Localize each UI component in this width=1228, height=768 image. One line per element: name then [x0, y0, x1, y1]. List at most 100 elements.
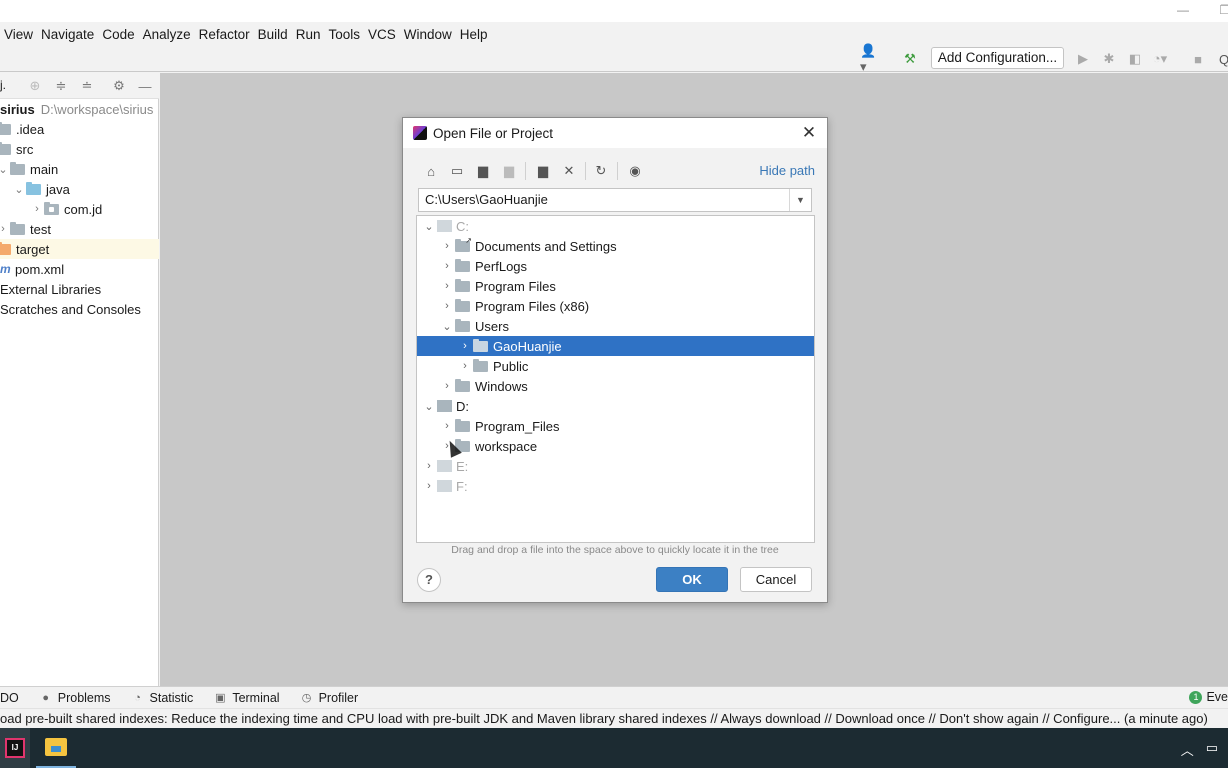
- tree-item-target[interactable]: target: [0, 239, 159, 259]
- coverage-icon[interactable]: ◧: [1125, 50, 1145, 68]
- tree-item-documents-and-settings[interactable]: › Documents and Settings: [417, 236, 814, 256]
- project-path: D:\workspace\sirius: [40, 101, 154, 117]
- tab-terminal[interactable]: ▣ Terminal: [213, 691, 279, 705]
- chevron-right-icon[interactable]: ›: [457, 340, 473, 352]
- refresh-icon[interactable]: ↻: [591, 160, 611, 182]
- tab-todo[interactable]: DO: [0, 691, 19, 705]
- hammer-build-icon[interactable]: ⚒: [900, 50, 920, 68]
- user-icon[interactable]: 👤▾: [860, 43, 880, 74]
- search-icon[interactable]: Q: [1214, 50, 1228, 68]
- menu-tools[interactable]: Tools: [328, 27, 366, 42]
- project-view-selector[interactable]: j.: [0, 78, 6, 92]
- ok-button[interactable]: OK: [656, 567, 728, 592]
- chevron-right-icon[interactable]: ›: [421, 460, 437, 472]
- tree-item-drive-c[interactable]: ⌄ C:: [417, 216, 814, 236]
- menu-navigate[interactable]: Navigate: [41, 27, 100, 42]
- chevron-right-icon[interactable]: ›: [439, 260, 455, 272]
- tree-item-program-files[interactable]: › Program Files: [417, 276, 814, 296]
- tree-item-drive-e[interactable]: › E:: [417, 456, 814, 476]
- menu-vcs[interactable]: VCS: [368, 27, 402, 42]
- tab-statistic[interactable]: ◔ Statistic: [131, 690, 194, 705]
- tree-item-src[interactable]: src: [0, 139, 159, 159]
- event-log-tab[interactable]: 1 Eve: [1189, 690, 1228, 704]
- tree-item-pom[interactable]: m pom.xml: [0, 259, 159, 279]
- chevron-right-icon[interactable]: ›: [30, 203, 44, 215]
- tree-item-idea[interactable]: .idea: [0, 119, 159, 139]
- tree-item-gaohuanjie[interactable]: › GaoHuanjie: [417, 336, 814, 356]
- tree-item-test[interactable]: › test: [0, 219, 159, 239]
- menu-code[interactable]: Code: [102, 27, 140, 42]
- hide-panel-icon[interactable]: —: [136, 77, 154, 95]
- tree-item-program-files-d[interactable]: › Program_Files: [417, 416, 814, 436]
- tree-item-workspace[interactable]: › workspace: [417, 436, 814, 456]
- home-icon[interactable]: ⌂: [421, 160, 441, 182]
- tree-item-drive-d[interactable]: ⌄ D:: [417, 396, 814, 416]
- tab-label: Statistic: [149, 690, 194, 705]
- chevron-down-icon[interactable]: ⌄: [12, 183, 26, 196]
- chevron-up-icon[interactable]: ︿: [1181, 740, 1194, 759]
- chevron-down-icon[interactable]: ⌄: [421, 220, 437, 233]
- tree-item-main[interactable]: ⌄ main: [0, 159, 159, 179]
- stop-icon[interactable]: ■: [1188, 50, 1208, 68]
- tree-item-external-libraries[interactable]: External Libraries: [0, 279, 159, 299]
- new-folder-icon[interactable]: ▆: [533, 160, 553, 182]
- folder-link-icon: [455, 236, 472, 252]
- tree-item-perflogs[interactable]: › PerfLogs: [417, 256, 814, 276]
- chevron-right-icon[interactable]: ›: [439, 420, 455, 432]
- menu-analyze[interactable]: Analyze: [143, 27, 197, 42]
- help-button[interactable]: ?: [417, 568, 441, 592]
- tree-item-com-jd[interactable]: › com.jd: [0, 199, 159, 219]
- menu-refactor[interactable]: Refactor: [199, 27, 256, 42]
- menu-help[interactable]: Help: [460, 27, 494, 42]
- taskbar-intellij[interactable]: IJ: [0, 728, 30, 768]
- tree-item-java[interactable]: ⌄ java: [0, 179, 159, 199]
- cancel-button[interactable]: Cancel: [740, 567, 812, 592]
- locate-icon[interactable]: ⊕: [26, 77, 44, 95]
- chevron-down-icon[interactable]: ▼: [789, 189, 811, 211]
- minimize-icon[interactable]: —: [1168, 0, 1198, 22]
- chevron-down-icon[interactable]: ⌄: [421, 400, 437, 413]
- chevron-right-icon[interactable]: ›: [0, 223, 10, 235]
- gear-icon[interactable]: ⚙: [110, 77, 128, 95]
- menu-view[interactable]: View: [4, 27, 39, 42]
- show-hidden-icon[interactable]: ◉: [625, 160, 645, 182]
- tree-item-windows[interactable]: › Windows: [417, 376, 814, 396]
- debug-icon[interactable]: ✱: [1099, 50, 1119, 68]
- menu-window[interactable]: Window: [404, 27, 458, 42]
- path-input[interactable]: C:\Users\GaoHuanjie ▼: [418, 188, 812, 212]
- file-tree[interactable]: ⌄ C: › Documents and Settings › PerfLogs…: [416, 215, 815, 543]
- close-icon[interactable]: ✕: [799, 123, 819, 143]
- chevron-right-icon[interactable]: ›: [457, 360, 473, 372]
- chevron-right-icon[interactable]: ›: [439, 300, 455, 312]
- delete-icon[interactable]: ✕: [559, 160, 579, 182]
- profile-icon[interactable]: ◔▾: [1150, 50, 1170, 68]
- tab-profiler[interactable]: ◷ Profiler: [300, 691, 358, 705]
- chevron-right-icon[interactable]: ›: [439, 380, 455, 392]
- tab-problems[interactable]: ● Problems: [39, 691, 110, 705]
- tree-item-sirius[interactable]: sirius D:\workspace\sirius: [0, 99, 159, 119]
- tree-item-drive-f[interactable]: › F:: [417, 476, 814, 496]
- tree-item-users[interactable]: ⌄ Users: [417, 316, 814, 336]
- tree-item-public[interactable]: › Public: [417, 356, 814, 376]
- hide-path-link[interactable]: Hide path: [759, 163, 815, 178]
- run-icon[interactable]: ▶: [1073, 50, 1093, 68]
- chevron-right-icon[interactable]: ›: [421, 480, 437, 492]
- desktop-icon[interactable]: ▭: [447, 160, 467, 182]
- restore-icon[interactable]: ❐: [1210, 0, 1228, 22]
- expand-all-icon[interactable]: ≑: [52, 77, 70, 95]
- module-folder-icon[interactable]: ▆: [499, 160, 519, 182]
- status-message[interactable]: oad pre-built shared indexes: Reduce the…: [0, 711, 1208, 726]
- tree-item-scratches[interactable]: Scratches and Consoles: [0, 299, 159, 319]
- collapse-all-icon[interactable]: ≐: [78, 77, 96, 95]
- menu-build[interactable]: Build: [258, 27, 294, 42]
- tree-item-program-files-x86[interactable]: › Program Files (x86): [417, 296, 814, 316]
- add-configuration-button[interactable]: Add Configuration...: [931, 47, 1064, 69]
- menu-run[interactable]: Run: [296, 27, 327, 42]
- power-icon[interactable]: ▭: [1206, 740, 1218, 759]
- chevron-down-icon[interactable]: ⌄: [0, 163, 10, 176]
- chevron-right-icon[interactable]: ›: [439, 240, 455, 252]
- chevron-down-icon[interactable]: ⌄: [439, 320, 455, 333]
- chevron-right-icon[interactable]: ›: [439, 280, 455, 292]
- project-folder-icon[interactable]: ▆: [473, 160, 493, 182]
- taskbar-explorer[interactable]: [36, 728, 76, 768]
